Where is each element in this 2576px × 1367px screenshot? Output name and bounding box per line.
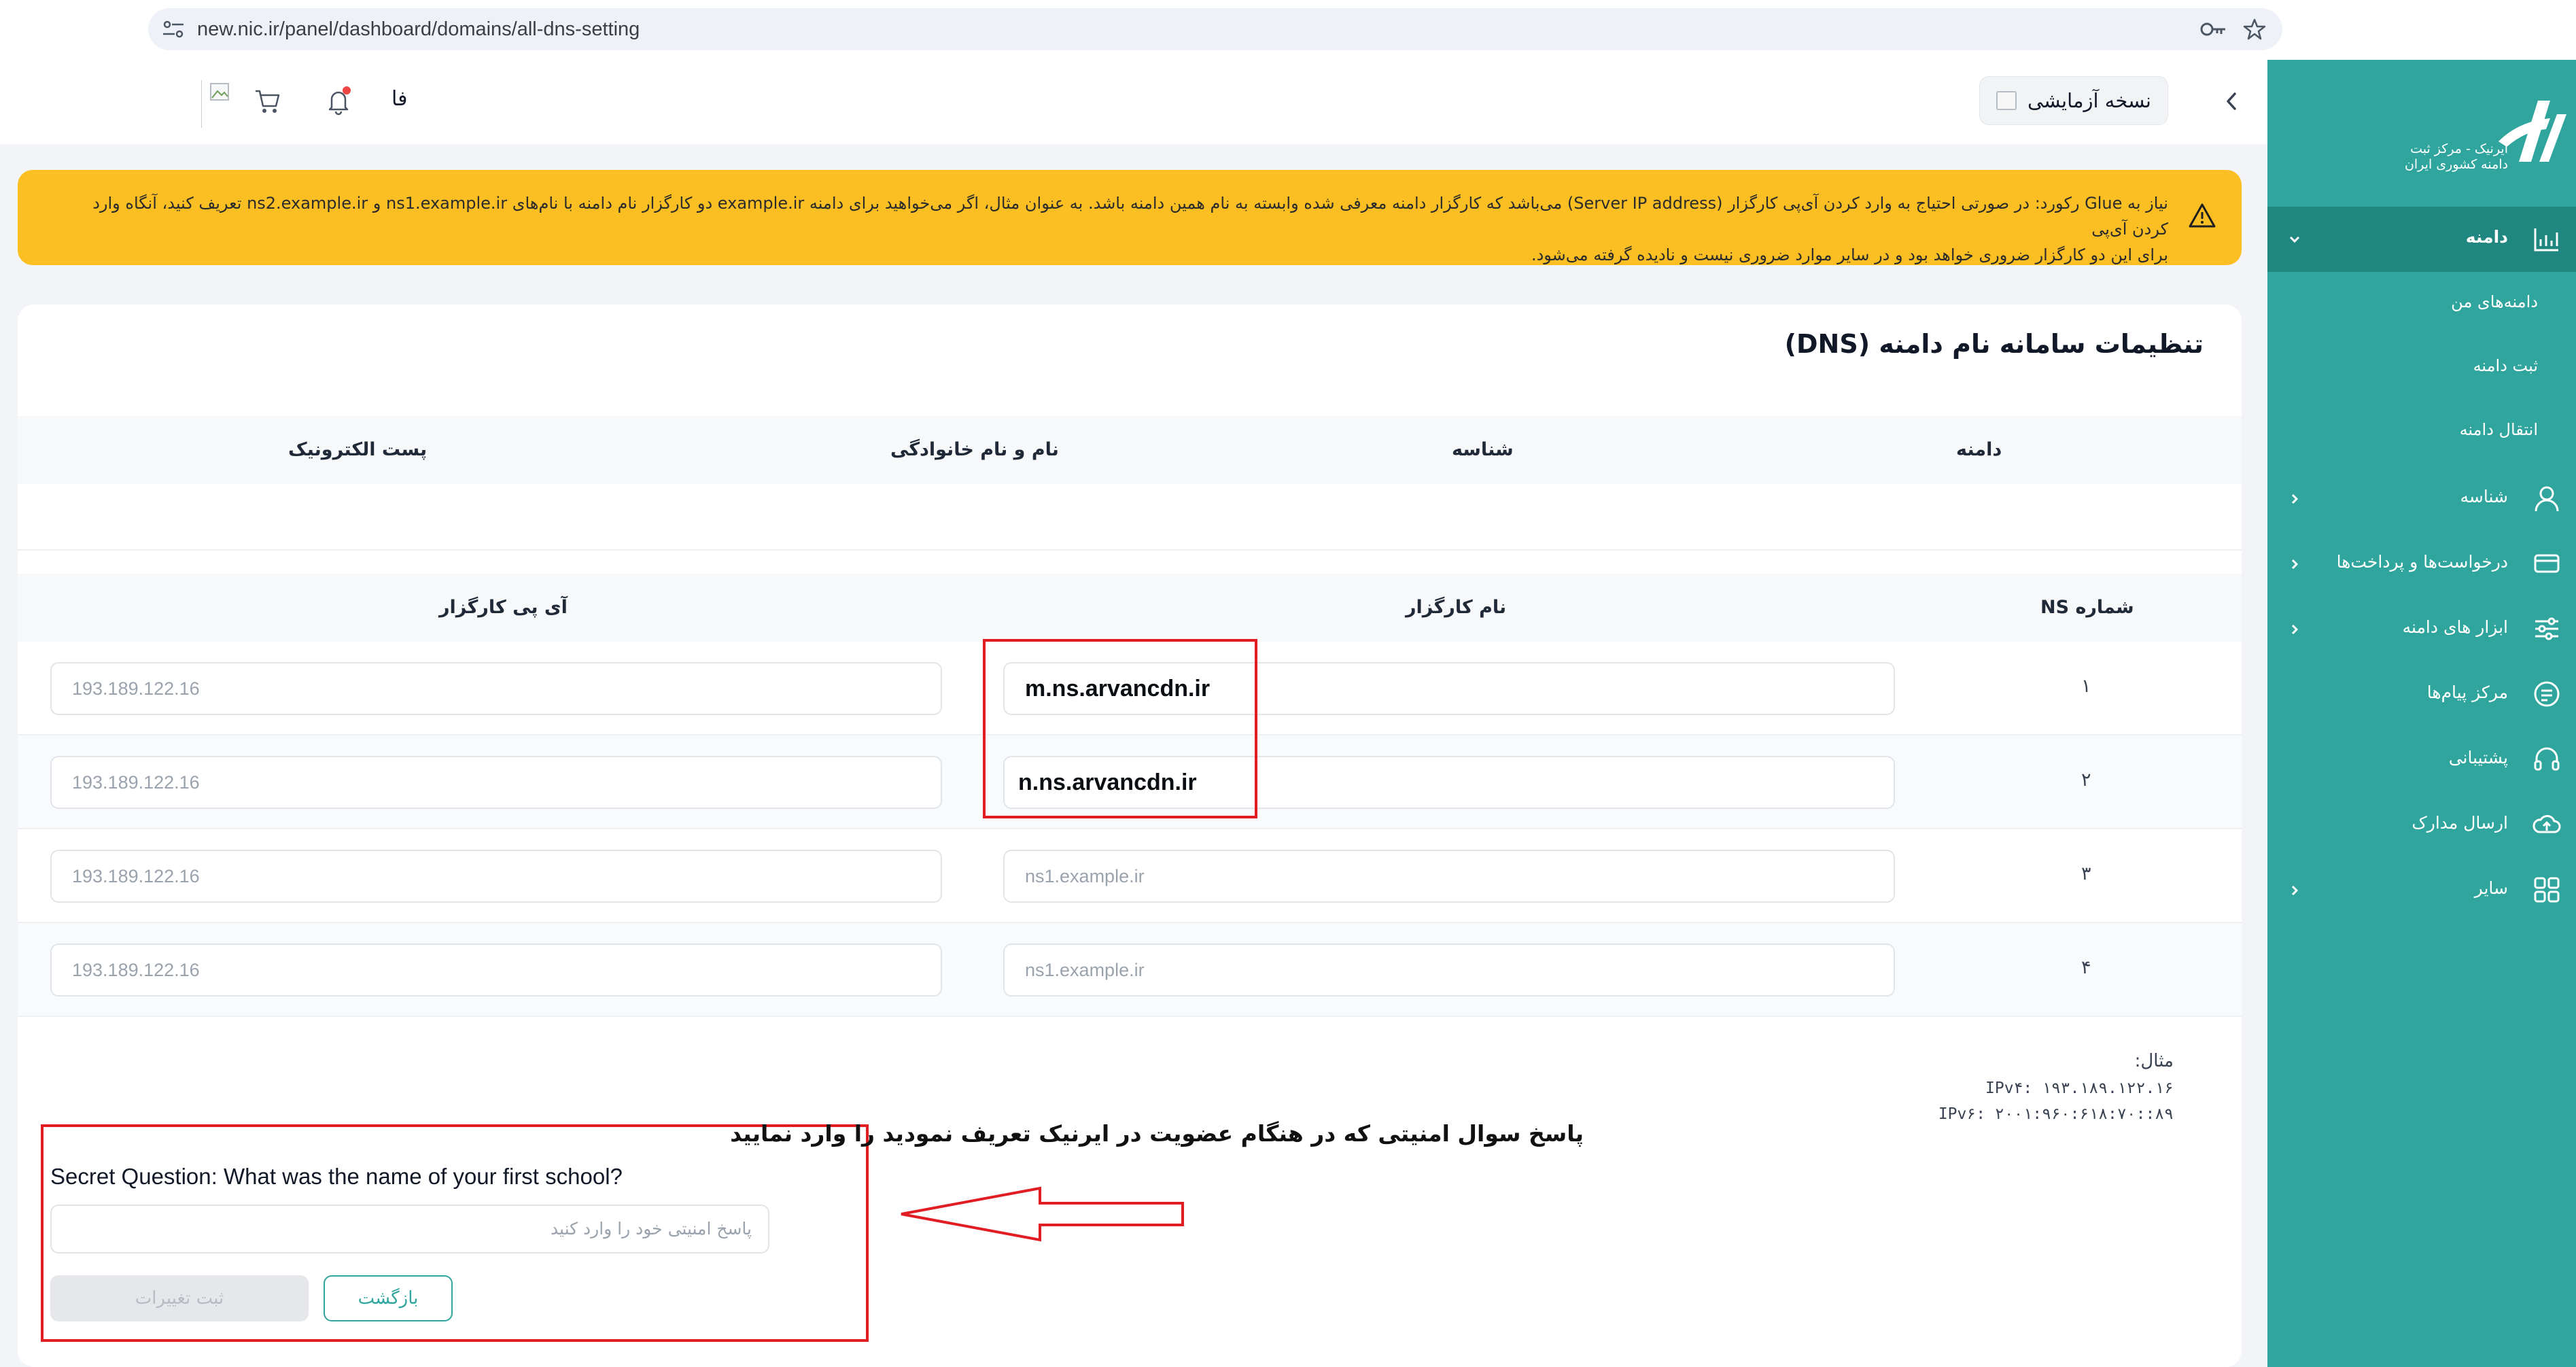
cart-icon[interactable] <box>254 88 281 114</box>
bookmark-star-icon[interactable] <box>2243 18 2266 41</box>
sidebar-item-label: سایر <box>2474 878 2508 898</box>
back-button[interactable]: بازگشت <box>324 1275 453 1321</box>
sidebar-item-other[interactable] <box>2267 862 2576 927</box>
headset-icon <box>2534 747 2560 771</box>
logo-text-line-2: دامنه کشوری ایران <box>2404 157 2508 172</box>
warning-line-1: نیاز به Glue رکورد: در صورتی احتیاج به و… <box>92 194 2168 239</box>
card-icon <box>2534 554 2560 573</box>
chevron-right-icon[interactable] <box>2288 884 2301 897</box>
sidebar-subitem-transfer-domain[interactable]: انتقال دامنه <box>2460 420 2538 439</box>
ns-row-1: ۱ m.ns.arvancdn.ir 193.189.122.16 <box>18 642 2242 736</box>
annotation-note: پاسخ سوال امنیتی که در هنگام عضویت در ای… <box>730 1120 1584 1147</box>
sidebar-item-domain[interactable] <box>2267 207 2576 272</box>
ns-row-3: ۳ ns1.example.ir 193.189.122.16 <box>18 829 2242 923</box>
chevron-right-icon[interactable] <box>2288 557 2301 571</box>
ns-ip-input-1[interactable]: 193.189.122.16 <box>50 662 942 715</box>
ns-ip-input-2[interactable]: 193.189.122.16 <box>50 756 942 809</box>
sidebar: ایرنیک - مرکز ثبت دامنه کشوری ایران دامن… <box>2267 60 2576 1367</box>
domain-info-table-header: دامنه شناسه نام و نام خانوادگی پست الکتر… <box>18 416 2242 484</box>
app-root: new.nic.ir/panel/dashboard/domains/all-d… <box>0 0 2576 1367</box>
sidebar-subitem-register-domain[interactable]: ثبت دامنه <box>2473 356 2538 375</box>
broken-image-icon <box>1996 91 2017 110</box>
ns-number: ۳ <box>2081 863 2091 884</box>
secret-question: Secret Question: What was the name of yo… <box>50 1164 623 1189</box>
col-email: پست الکترونیک <box>288 439 428 460</box>
sidebar-item-label: ابزار های دامنه <box>2402 617 2508 637</box>
col-ns-name: نام کارگزار <box>1406 597 1507 618</box>
chevron-right-icon[interactable] <box>2288 492 2301 506</box>
chart-icon <box>2534 228 2558 252</box>
ns-number: ۱ <box>2081 676 2091 697</box>
user-icon <box>2535 486 2559 512</box>
site-settings-icon[interactable] <box>162 20 185 39</box>
ns-name-input-3[interactable]: ns1.example.ir <box>1003 850 1895 903</box>
upload-icon <box>2533 815 2561 833</box>
warning-text: نیاز به Glue رکورد: در صورتی احتیاج به و… <box>68 190 2168 268</box>
sidebar-item-handle[interactable] <box>2267 470 2576 536</box>
col-full-name: نام و نام خانوادگی <box>890 439 1059 460</box>
page-title: تنظیمات سامانه نام دامنه (DNS) <box>1784 329 2204 359</box>
secret-answer-input[interactable]: پاسخ امنیتی خود را وارد کنید <box>50 1205 769 1253</box>
ns-row-4: ۴ ns1.example.ir 193.189.122.16 <box>18 923 2242 1017</box>
ns-table-header: شماره NS نام کارگزار آی پی کارگزار <box>18 574 2242 642</box>
ns-name-input-4[interactable]: ns1.example.ir <box>1003 944 1895 997</box>
logo-text-line-1: ایرنیک - مرکز ثبت <box>2410 141 2508 156</box>
ns-ip-input-4[interactable]: 193.189.122.16 <box>50 944 942 997</box>
sidebar-item-label: درخواست‌ها و پرداخت‌ها <box>2336 552 2508 572</box>
app-header: فا نسخه آزمایشی <box>0 60 2267 144</box>
sidebar-subitem-my-domains[interactable]: دامنه‌های من <box>2451 292 2538 311</box>
address-bar[interactable]: new.nic.ir/panel/dashboard/domains/all-d… <box>148 8 2282 50</box>
url-text[interactable]: new.nic.ir/panel/dashboard/domains/all-d… <box>197 8 640 50</box>
sidebar-item-label: دامنه <box>2465 227 2508 247</box>
domain-info-row <box>18 484 2242 551</box>
password-key-icon[interactable] <box>2199 19 2227 39</box>
sidebar-item-label: ارسال مدارک <box>2412 813 2508 833</box>
ns-name-input-1[interactable]: m.ns.arvancdn.ir <box>1003 662 1895 715</box>
trial-version-label: نسخه آزمایشی <box>2027 89 2151 112</box>
logo-text: ایرنیک - مرکز ثبت دامنه کشوری ایران <box>2405 141 2508 173</box>
sidebar-item-label: مرکز پیام‌ها <box>2426 682 2508 702</box>
ns-number: ۴ <box>2081 957 2091 978</box>
col-handle: شناسه <box>1452 439 1514 460</box>
chevron-right-icon[interactable] <box>2288 623 2301 636</box>
trial-version-badge[interactable]: نسخه آزمایشی <box>1979 76 2168 125</box>
grid-icon <box>2534 877 2560 903</box>
sliders-icon <box>2535 617 2558 640</box>
notification-bell-icon[interactable] <box>325 86 352 116</box>
warning-line-2: برای این دو کارگزار ضروری خواهد بود و در… <box>1531 245 2168 264</box>
ns-number: ۲ <box>2081 769 2091 791</box>
col-ns-number: شماره NS <box>2040 597 2134 618</box>
sidebar-item-label: پشتیبانی <box>2448 748 2508 767</box>
annotation-arrow-icon <box>901 1186 1184 1242</box>
example-ipv4: IPv۴: ۱۹۳.۱۸۹.۱۲۲.۱۶ <box>1985 1079 2174 1097</box>
ns-name-input-2[interactable]: n.ns.arvancdn.ir <box>1003 756 1895 809</box>
example-ipv6: IPv۶: ۲۰۰۱:۹۶۰:۶۱۸:۷۰::۸۹ <box>1938 1105 2174 1123</box>
chevron-left-icon[interactable] <box>2223 90 2240 113</box>
col-ns-ip: آی پی کارگزار <box>439 597 568 618</box>
message-icon <box>2534 681 2560 707</box>
ns-ip-input-3[interactable]: 193.189.122.16 <box>50 850 942 903</box>
sidebar-item-support[interactable] <box>2267 731 2576 797</box>
col-domain: دامنه <box>1956 439 2002 460</box>
sidebar-item-label: شناسه <box>2460 487 2508 506</box>
chevron-down-icon[interactable] <box>2288 232 2301 246</box>
warning-triangle-icon <box>2189 203 2216 228</box>
ns-row-2: ۲ n.ns.arvancdn.ir 193.189.122.16 <box>18 736 2242 829</box>
example-label: مثال: <box>2134 1051 2174 1071</box>
sidebar-item-messages[interactable] <box>2267 666 2576 731</box>
language-switch[interactable]: فا <box>391 87 407 111</box>
avatar[interactable] <box>201 80 230 128</box>
glue-record-warning: نیاز به Glue رکورد: در صورتی احتیاج به و… <box>18 170 2242 265</box>
broken-image-icon <box>210 83 229 101</box>
browser-toolbar: new.nic.ir/panel/dashboard/domains/all-d… <box>0 0 2576 60</box>
submit-changes-button[interactable]: ثبت تغییرات <box>50 1275 309 1321</box>
